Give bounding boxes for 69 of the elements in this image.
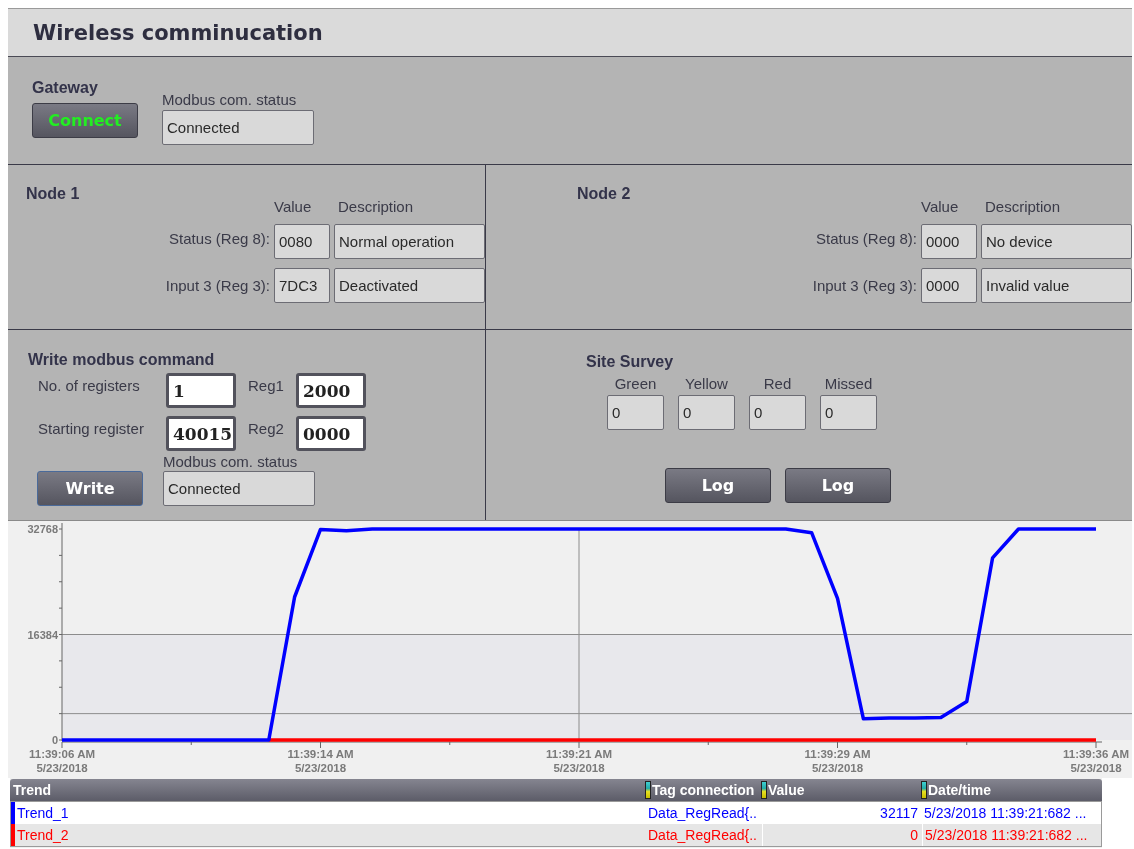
counter-field: 0 [820,395,877,430]
description-field: Deactivated [334,268,485,303]
axis-label: 11:39:21 AM 5/23/2018 [545,748,613,774]
column-header[interactable]: Tag connection [645,779,761,801]
axis-label: 16384 [27,628,58,641]
column-header[interactable]: Date/time [921,779,1101,801]
section-title: Write modbus command [28,351,215,368]
column-header: Value [274,198,313,215]
status-field: Connected [162,110,314,145]
status-field: Connected [163,471,315,506]
axis-label: 32768 [27,523,58,535]
field-label: Starting register [38,419,145,437]
table-cell: 5/23/2018 11:39:21:682 ... [922,824,1102,846]
axis-label: 11:39:29 AM 5/23/2018 [804,748,871,774]
table-cell-text: Trend_1 [16,804,69,823]
input-field[interactable]: 1 [166,373,236,408]
value-field: 0000 [921,224,977,259]
column-header: Value [921,198,960,215]
counter-label: Green [614,375,657,392]
column-marker-icon [921,781,927,799]
axis-label: 11:39:06 AM 5/23/2018 [28,748,96,774]
field-label: Input 3 (Reg 3): [164,277,270,294]
counter-field: 0 [749,395,806,430]
column-marker-icon [645,781,651,799]
counter-label: Missed [824,375,873,392]
log-button[interactable]: Log [785,468,891,503]
section-title: Site Survey [586,353,674,370]
counter-field: 0 [678,395,735,430]
column-header: Description [985,198,1062,215]
section-title: Node 1 [26,185,80,202]
section-title: Gateway [32,79,99,97]
axis-label: 11:39:14 AM 5/23/2018 [287,748,354,774]
field-label: Input 3 (Reg 3): [811,277,917,294]
field-label: No. of registers [38,376,141,394]
table-cell-text: Data_RegRead{.. [647,826,758,845]
table-cell-text: 5/23/2018 11:39:21:682 ... [923,804,1088,823]
connect-button[interactable]: Connect [32,103,138,138]
field-label: Modbus com. status [162,91,298,108]
table-cell-text: Trend_2 [16,826,69,845]
value-field: 0000 [921,268,977,303]
value-field: 7DC3 [274,268,330,303]
description-field: Normal operation [334,224,485,259]
column-marker-icon [761,781,767,799]
description-field: No device [981,224,1132,259]
counter-label: Yellow [685,375,728,392]
column-header[interactable]: Trend [10,779,645,801]
field-label: Reg1 [247,376,285,394]
field-label: Reg2 [247,419,285,437]
field-label: Status (Reg 8): [815,230,917,247]
description-field: Invalid value [981,268,1132,303]
value-field: 0080 [274,224,330,259]
table-cell: 0 [762,824,922,846]
input-field[interactable]: 0000 [296,416,366,451]
table-cell-text: Data_RegRead{.. [647,804,758,823]
column-header[interactable]: Value [761,779,921,801]
table-cell-text: 32117 [879,804,919,823]
axis-label: 11:39:36 AM 5/23/2018 [1062,748,1130,774]
column-header: Description [338,198,415,215]
input-field[interactable]: 40015 [166,416,236,451]
section-title: Node 2 [577,185,631,202]
counter-label: Red [763,375,792,392]
axis-label: 0 [51,734,58,746]
write-button[interactable]: Write [37,471,143,506]
counter-field: 0 [607,395,664,430]
window-title: Wireless comminucation [33,20,323,45]
field-label: Modbus com. status [163,453,299,470]
field-label: Status (Reg 8): [168,230,270,247]
log-button[interactable]: Log [665,468,771,503]
input-field[interactable]: 2000 [296,373,366,408]
